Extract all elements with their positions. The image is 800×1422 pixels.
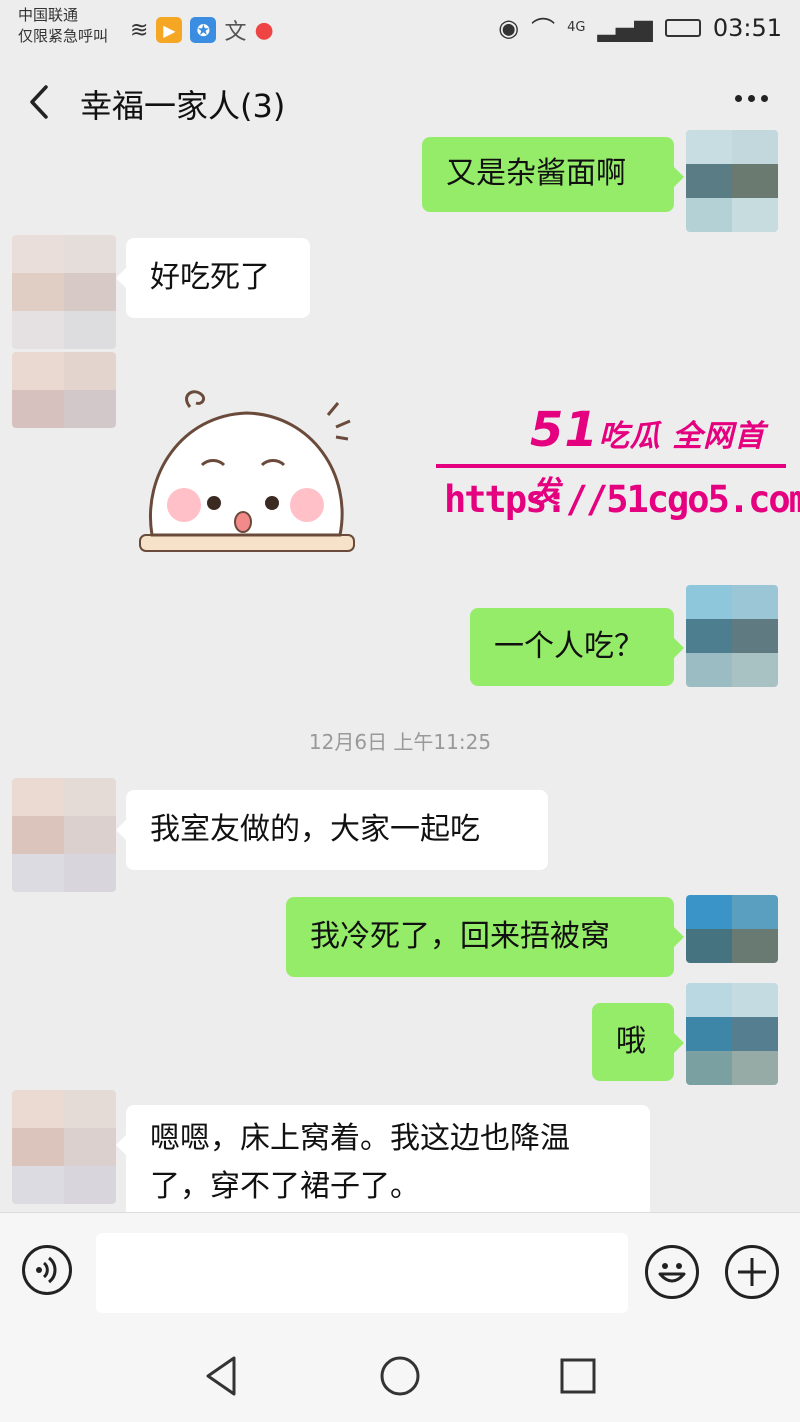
cute-bun-sticker-icon — [139, 390, 355, 552]
message-bubble-outgoing[interactable]: 一个人吃？ — [470, 608, 684, 686]
plus-icon — [738, 1258, 766, 1286]
message-bubble-incoming[interactable]: 嗯嗯，床上窝着。我这边也降温 了，穿不了裙子了。 — [116, 1105, 650, 1215]
battery-icon — [664, 18, 701, 37]
more-dot — [761, 95, 768, 102]
signal-notify-icon: ≋ — [130, 17, 149, 43]
message-text: 我室友做的，大家一起吃 — [150, 812, 480, 847]
contact-avatar[interactable] — [12, 235, 116, 349]
more-dot — [735, 95, 742, 102]
location-app-icon: ● — [254, 17, 274, 43]
chat-header: 幸福一家人(3) — [0, 55, 800, 150]
message-text: 我冷死了，回来捂被窝 — [310, 919, 610, 954]
eye-icon: ◉ — [498, 13, 520, 42]
my-avatar[interactable] — [686, 895, 778, 963]
message-bubble-outgoing[interactable]: 我冷死了，回来捂被窝 — [286, 897, 684, 977]
nav-home-button[interactable] — [376, 1352, 424, 1400]
watermark-brand-number: 51 — [530, 402, 599, 458]
carrier-status: 仅限紧急呼叫 — [18, 27, 109, 45]
chat-title: 幸福一家人(3) — [80, 87, 286, 125]
message-bubble-outgoing[interactable]: 又是杂酱面啊 — [422, 137, 684, 212]
network-type: 4G — [567, 20, 586, 35]
text-app-icon: 文 — [224, 20, 247, 45]
emoji-button[interactable] — [645, 1245, 699, 1299]
notification-icons: ≋ ▶ ✪ 文 ● — [130, 14, 274, 46]
my-avatar[interactable] — [686, 585, 778, 687]
chat-app-icon: ✪ — [190, 17, 217, 43]
carrier-name: 中国联通 — [18, 6, 79, 24]
chat-timestamp: 12月6日 上午11:25 — [308, 730, 492, 754]
nav-recents-icon — [560, 1358, 596, 1394]
message-text: 一个人吃？ — [494, 629, 644, 664]
message-text: 哦 — [616, 1024, 646, 1059]
back-button[interactable] — [20, 77, 60, 127]
message-bubble-incoming[interactable]: 好吃死了 — [116, 238, 310, 318]
clock-time: 03:51 — [712, 13, 782, 42]
nav-back-icon — [206, 1356, 236, 1396]
chevron-left-icon — [30, 85, 48, 119]
emoji-icon — [658, 1263, 686, 1283]
wifi-icon: ⌒ — [531, 16, 556, 44]
watermark-divider — [436, 464, 786, 468]
contact-avatar[interactable] — [12, 1090, 116, 1204]
signal-icon: ▂▄▆ — [597, 13, 653, 42]
system-nav-bar — [0, 1330, 800, 1422]
message-text: 好吃死了 — [150, 260, 270, 295]
watermark-url: https://51cgo5.com — [444, 478, 800, 521]
message-text-line: 了，穿不了裙子了。 — [150, 1169, 420, 1204]
carrier-info: 中国联通 仅限紧急呼叫 — [18, 5, 108, 47]
input-bar — [0, 1212, 800, 1331]
sticker-message[interactable] — [132, 385, 362, 575]
more-button[interactable] — [735, 95, 768, 102]
my-avatar[interactable] — [686, 130, 778, 232]
contact-avatar[interactable] — [12, 352, 116, 428]
my-avatar[interactable] — [686, 983, 778, 1085]
message-bubble-outgoing[interactable]: 哦 — [592, 1003, 684, 1081]
plus-button[interactable] — [725, 1245, 779, 1299]
video-app-icon: ▶ — [156, 17, 183, 43]
watermark: 51吃瓜 全网首发 https://51cgo5.com — [430, 402, 800, 542]
contact-avatar[interactable] — [12, 778, 116, 892]
status-icons: ◉ ⌒ 4G ▂▄▆ 03:51 — [498, 10, 782, 45]
more-dot — [748, 95, 755, 102]
message-text-line: 嗯嗯，床上窝着。我这边也降温 — [150, 1121, 570, 1156]
status-bar: 中国联通 仅限紧急呼叫 ≋ ▶ ✪ 文 ● ◉ ⌒ 4G ▂▄▆ 03:51 — [0, 0, 800, 55]
message-bubble-incoming[interactable]: 我室友做的，大家一起吃 — [116, 790, 548, 870]
message-text: 又是杂酱面啊 — [446, 156, 626, 191]
nav-recents-button[interactable] — [554, 1352, 602, 1400]
message-input[interactable] — [96, 1233, 628, 1313]
nav-home-icon — [380, 1356, 420, 1396]
voice-button[interactable] — [22, 1245, 72, 1295]
nav-back-button[interactable] — [198, 1352, 246, 1400]
voice-icon — [36, 1256, 57, 1284]
